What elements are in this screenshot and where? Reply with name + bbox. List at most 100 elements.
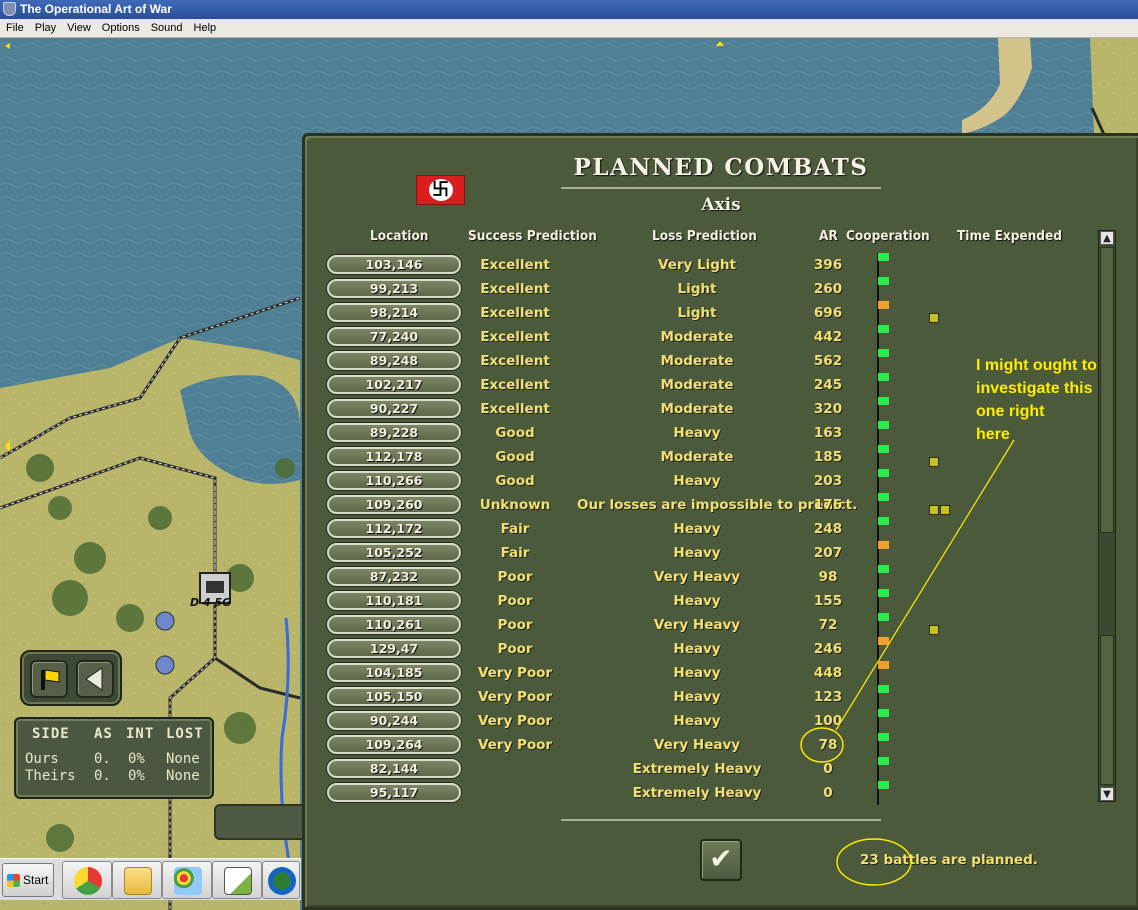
success-prediction: Excellent: [480, 401, 550, 417]
airbase-icon[interactable]: [155, 655, 175, 675]
cooperation-flag-icon: [875, 253, 889, 277]
taskbar-game[interactable]: [262, 861, 300, 899]
combat-row[interactable]: 87,232 Poor Very Heavy 98: [327, 565, 1127, 589]
combat-row[interactable]: 104,185 Very Poor Heavy 448: [327, 661, 1127, 685]
location-button[interactable]: 109,264: [327, 735, 461, 754]
start-label: Start: [23, 873, 49, 887]
location-button[interactable]: 87,232: [327, 567, 461, 586]
loss-prediction: Heavy: [673, 521, 721, 537]
column-header-loss: Loss Prediction: [652, 228, 757, 244]
ok-button[interactable]: ✔: [700, 839, 742, 881]
loss-prediction: Very Heavy: [653, 737, 741, 753]
location-button[interactable]: 99,213: [327, 279, 461, 298]
location-button[interactable]: 105,150: [327, 687, 461, 706]
column-header-location: Location: [370, 228, 429, 244]
location-button[interactable]: 98,214: [327, 303, 461, 322]
attack-ratio: 260: [813, 281, 843, 297]
location-button[interactable]: 102,217: [327, 375, 461, 394]
combat-list-scrollbar[interactable]: ▲ ▼: [1098, 230, 1116, 802]
combat-row[interactable]: 110,181 Poor Heavy 155: [327, 589, 1127, 613]
stats-lost: None: [166, 768, 200, 784]
loss-prediction: Very Heavy: [653, 617, 741, 633]
menu-file[interactable]: File: [0, 19, 29, 37]
success-prediction: Excellent: [480, 257, 550, 273]
cooperation-flag-icon: [875, 325, 889, 349]
flag-icon: [41, 669, 60, 690]
location-button[interactable]: 110,261: [327, 615, 461, 634]
attack-ratio: 72: [818, 617, 838, 633]
taskbar-paint[interactable]: [162, 861, 212, 899]
location-button[interactable]: 77,240: [327, 327, 461, 346]
chart-app-icon: [224, 867, 252, 895]
time-expended-indicator: [929, 620, 940, 635]
cooperation-flag-icon: [875, 589, 889, 613]
combat-row[interactable]: 105,252 Fair Heavy 207: [327, 541, 1127, 565]
loss-prediction: Extremely Heavy: [632, 761, 762, 777]
menu-help[interactable]: Help: [188, 19, 222, 37]
cooperation-flag-icon: [875, 565, 889, 589]
taskbar-explorer[interactable]: [112, 861, 162, 899]
combat-row[interactable]: 112,178 Good Moderate 185: [327, 445, 1127, 469]
taskbar: Start: [0, 858, 301, 900]
success-prediction: Unknown: [479, 497, 551, 513]
cooperation-flag-icon: [875, 445, 889, 469]
back-button[interactable]: [76, 660, 114, 698]
location-button[interactable]: 89,248: [327, 351, 461, 370]
menu-sound[interactable]: Sound: [145, 19, 188, 37]
airbase-icon[interactable]: [155, 611, 175, 631]
scroll-down-icon[interactable]: ▼: [1100, 787, 1114, 801]
combat-row[interactable]: 95,117 Extremely Heavy 0: [327, 781, 1127, 805]
scroll-up-icon[interactable]: ▲: [1100, 231, 1114, 245]
location-button[interactable]: 90,227: [327, 399, 461, 418]
attack-ratio: 203: [813, 473, 843, 489]
success-prediction: Poor: [497, 593, 533, 609]
menu-options[interactable]: Options: [96, 19, 145, 37]
annotation-line: here: [976, 426, 1010, 443]
menu-bar: File Play View Options Sound Help: [0, 19, 1138, 38]
paint-icon: [174, 867, 202, 895]
menu-view[interactable]: View: [61, 19, 96, 37]
location-button[interactable]: 82,144: [327, 759, 461, 778]
combat-row[interactable]: 109,260 Unknown Our losses are impossible …: [327, 493, 1127, 517]
location-button[interactable]: 109,260: [327, 495, 461, 514]
combat-row[interactable]: 98,214 Excellent Light 696: [327, 301, 1127, 325]
cooperation-flag-icon: [875, 469, 889, 493]
stats-lost: None: [166, 751, 200, 767]
location-button[interactable]: 90,244: [327, 711, 461, 730]
combat-row[interactable]: 82,144 Extremely Heavy 0: [327, 757, 1127, 781]
attack-ratio: 155: [813, 593, 843, 609]
combat-row[interactable]: 77,240 Excellent Moderate 442: [327, 325, 1127, 349]
location-button[interactable]: 103,146: [327, 255, 461, 274]
location-button[interactable]: 112,172: [327, 519, 461, 538]
location-button[interactable]: 112,178: [327, 447, 461, 466]
location-button[interactable]: 105,252: [327, 543, 461, 562]
location-button[interactable]: 95,117: [327, 783, 461, 802]
location-button[interactable]: 129,47: [327, 639, 461, 658]
location-button[interactable]: 110,266: [327, 471, 461, 490]
combat-row[interactable]: 103,146 Excellent Very Light 396: [327, 253, 1127, 277]
window-title-bar: The Operational Art of War: [0, 0, 1138, 19]
combat-row[interactable]: 110,266 Good Heavy 203: [327, 469, 1127, 493]
taskbar-chart-app[interactable]: [212, 861, 262, 899]
combat-row[interactable]: 112,172 Fair Heavy 248: [327, 517, 1127, 541]
start-button[interactable]: Start: [2, 863, 54, 897]
combat-row[interactable]: 129,47 Poor Heavy 246: [327, 637, 1127, 661]
loss-prediction: Heavy: [673, 641, 721, 657]
combat-row[interactable]: 110,261 Poor Very Heavy 72: [327, 613, 1127, 637]
location-button[interactable]: 104,185: [327, 663, 461, 682]
combat-row[interactable]: 109,264 Very Poor Very Heavy 78: [327, 733, 1127, 757]
stats-side: Theirs: [25, 768, 76, 784]
location-button[interactable]: 110,181: [327, 591, 461, 610]
cooperation-flag-icon: [875, 541, 889, 565]
flag-button[interactable]: [30, 660, 68, 698]
combat-row[interactable]: 90,244 Very Poor Heavy 100: [327, 709, 1127, 733]
column-header-success: Success Prediction: [468, 228, 597, 244]
location-button[interactable]: 89,228: [327, 423, 461, 442]
taskbar-chrome[interactable]: [62, 861, 112, 899]
combat-row[interactable]: 99,213 Excellent Light 260: [327, 277, 1127, 301]
success-prediction: Fair: [500, 545, 530, 561]
menu-play[interactable]: Play: [29, 19, 61, 37]
attack-ratio: 207: [813, 545, 843, 561]
attack-ratio: 320: [813, 401, 843, 417]
combat-row[interactable]: 105,150 Very Poor Heavy 123: [327, 685, 1127, 709]
